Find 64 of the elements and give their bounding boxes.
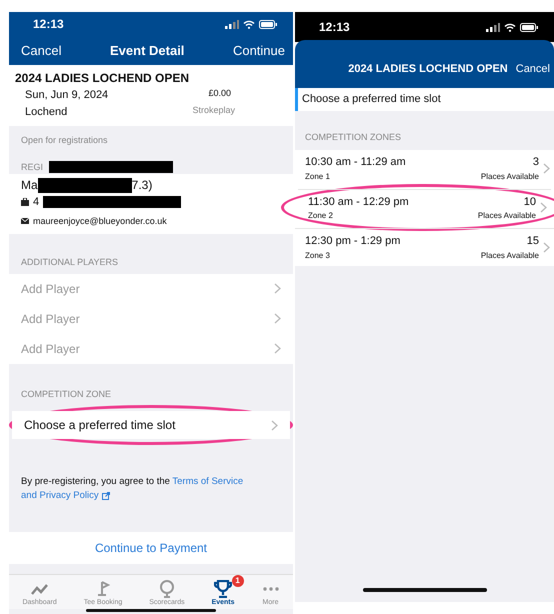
places-label: Places Available [480, 250, 539, 262]
continue-to-payment-button[interactable]: Continue to Payment [9, 532, 293, 564]
time-slot-row[interactable]: 11:30 am - 12:29 pm Zone 2 10 Places Available [298, 188, 551, 226]
screen-title: Event Detail [110, 42, 184, 60]
places-count: 10 [522, 194, 536, 210]
add-player-row[interactable]: Add Player [21, 280, 80, 298]
event-date: Sun, Jun 9, 2024 [25, 88, 108, 104]
notification-badge: 1 [232, 574, 244, 587]
signal-icon [225, 20, 239, 29]
player-name: Ma [21, 177, 38, 194]
sheet-title: 2024 LADIES LOCHEND OPEN [348, 62, 508, 77]
battery-icon [520, 22, 538, 32]
chevron-icon [543, 242, 550, 253]
zone-label: Zone 1 [305, 170, 331, 182]
member-number: 4 [33, 195, 40, 210]
player-handicap: 7.3) [132, 177, 152, 194]
envelope-icon [21, 218, 29, 224]
bag-icon [21, 198, 29, 206]
battery-icon [259, 20, 277, 29]
chevron-icon [271, 420, 278, 431]
terms-text: By pre-registering, you agree to the Terms of Service and Privacy Policy [20, 475, 244, 504]
section-header: REGI [21, 160, 44, 174]
terms-link[interactable]: and Privacy Policy [21, 490, 99, 502]
selected-field[interactable]: Choose a preferred time slot [295, 88, 554, 110]
add-player-row[interactable]: Add Player [21, 340, 80, 358]
chevron-icon [540, 202, 547, 214]
email-address: maureenjoyce@blueyonder.co.uk [33, 214, 167, 228]
time-slot-label: 10:30 am - 11:29 am [305, 155, 407, 170]
time-slot-row[interactable]: 10:30 am - 11:29 am Zone 1 3 Places Available [295, 150, 554, 186]
add-player-row[interactable]: Add Player [21, 310, 80, 328]
event-name: 2024 LADIES LOCHEND OPEN [15, 70, 190, 88]
status-time: 12:13 [319, 19, 350, 36]
trophy-icon [214, 580, 232, 598]
external-link-icon [102, 492, 110, 500]
chevron-icon [274, 343, 281, 354]
chevron-icon [274, 283, 281, 294]
registration-status: Open for registrations [20, 134, 109, 148]
chevron-icon [543, 162, 550, 174]
continue-button[interactable]: Continue [232, 41, 285, 61]
wifi-icon [243, 20, 255, 29]
places-label: Places Available [480, 170, 539, 182]
section-header: COMPETITION ZONES [304, 130, 402, 144]
zone-label: Zone 3 [305, 250, 331, 262]
terms-link[interactable]: Terms of Service [172, 476, 244, 488]
chevron-icon [274, 313, 281, 324]
golf-ball-icon [158, 580, 176, 598]
zone-label: Zone 2 [308, 210, 334, 222]
time-slot-label: 12:30 pm - 1:29 pm [305, 234, 402, 249]
section-header: ADDITIONAL PLAYERS [20, 256, 120, 270]
event-format: Strokeplay [192, 104, 235, 117]
cancel-button[interactable]: Cancel [21, 41, 62, 61]
time-slot-row[interactable]: 12:30 pm - 1:29 pm Zone 3 15 Places Available [295, 228, 554, 266]
section-header: COMPETITION ZONE [20, 388, 112, 401]
places-count: 15 [526, 234, 539, 249]
status-time: 12:13 [33, 16, 64, 34]
places-label: Places Available [478, 210, 536, 222]
signal-icon [486, 22, 500, 32]
event-price: £0.00 [208, 87, 232, 100]
event-venue: Lochend [25, 104, 68, 120]
wifi-icon [504, 22, 516, 32]
cancel-button[interactable]: Cancel [516, 60, 550, 78]
places-count: 3 [532, 155, 539, 170]
time-slot-label: 11:30 am - 12:29 pm [308, 194, 410, 210]
more-icon [262, 586, 280, 591]
